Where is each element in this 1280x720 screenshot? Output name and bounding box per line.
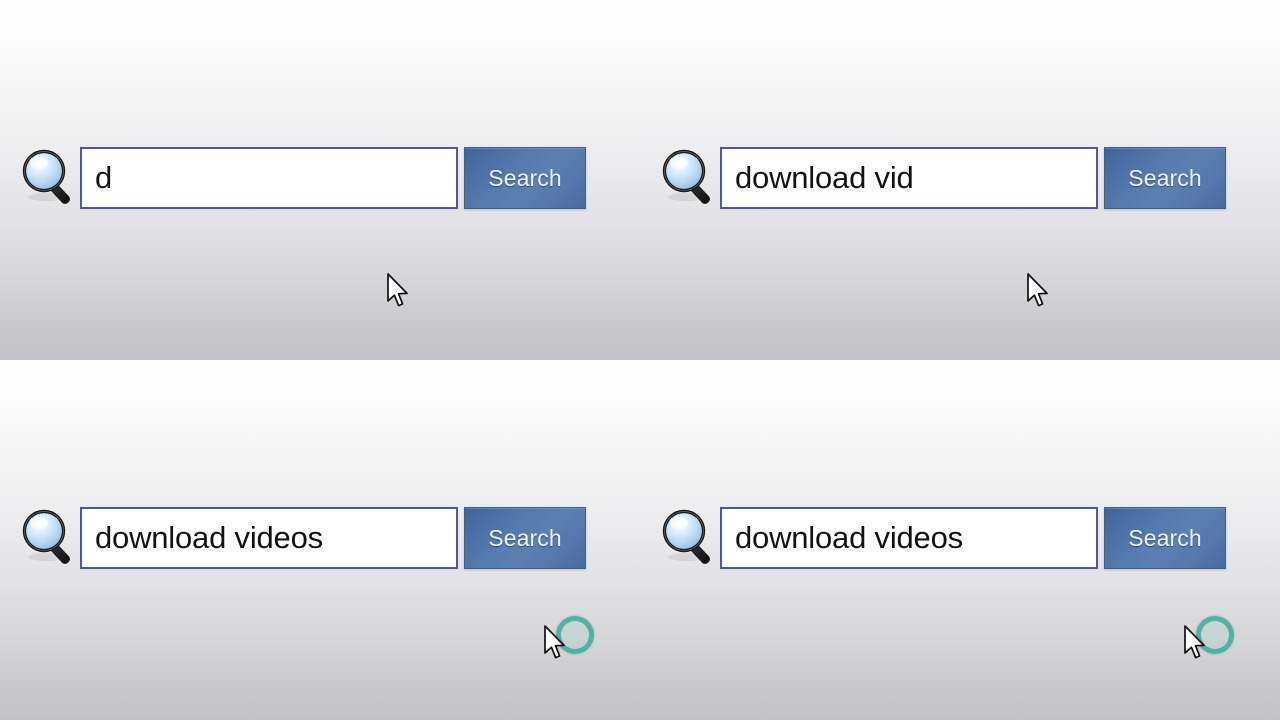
search-button-label: Search [488,525,562,551]
magnifier-icon [660,147,720,209]
search-input-value: download videos [735,520,963,555]
search-input[interactable]: d [80,147,458,209]
mouse-pointer-icon [1026,272,1052,312]
animation-frame-panel-top: d Search download vid Search [0,0,1280,360]
search-bar-frame-3: download videos Search [20,507,586,569]
search-input-value: d [95,160,113,195]
screenshot-stage: d Search download vid Search download vi… [0,0,1280,720]
search-input[interactable]: download videos [80,507,458,569]
search-input-value: download videos [95,520,323,555]
click-ripple-icon [556,616,594,654]
magnifier-icon [20,507,80,569]
mouse-pointer-icon [1183,624,1209,664]
search-button-label: Search [1128,525,1202,551]
search-bar-frame-4: download videos Search [660,507,1226,569]
mouse-pointer-icon [543,624,569,664]
search-input[interactable]: download videos [720,507,1098,569]
search-bar-frame-2: download vid Search [660,147,1226,209]
search-button-label: Search [1128,165,1202,191]
search-button[interactable]: Search [1104,147,1226,209]
search-input-value: download vid [735,160,914,195]
search-button[interactable]: Search [464,147,586,209]
search-bar-frame-1: d Search [20,147,586,209]
search-input[interactable]: download vid [720,147,1098,209]
animation-frame-panel-bottom: download videos Search download videos S… [0,360,1280,720]
search-button[interactable]: Search [1104,507,1226,569]
search-button-label: Search [488,165,562,191]
mouse-pointer-icon [386,272,412,312]
magnifier-icon [20,147,80,209]
search-button[interactable]: Search [464,507,586,569]
click-ripple-icon [1196,616,1234,654]
magnifier-icon [660,507,720,569]
